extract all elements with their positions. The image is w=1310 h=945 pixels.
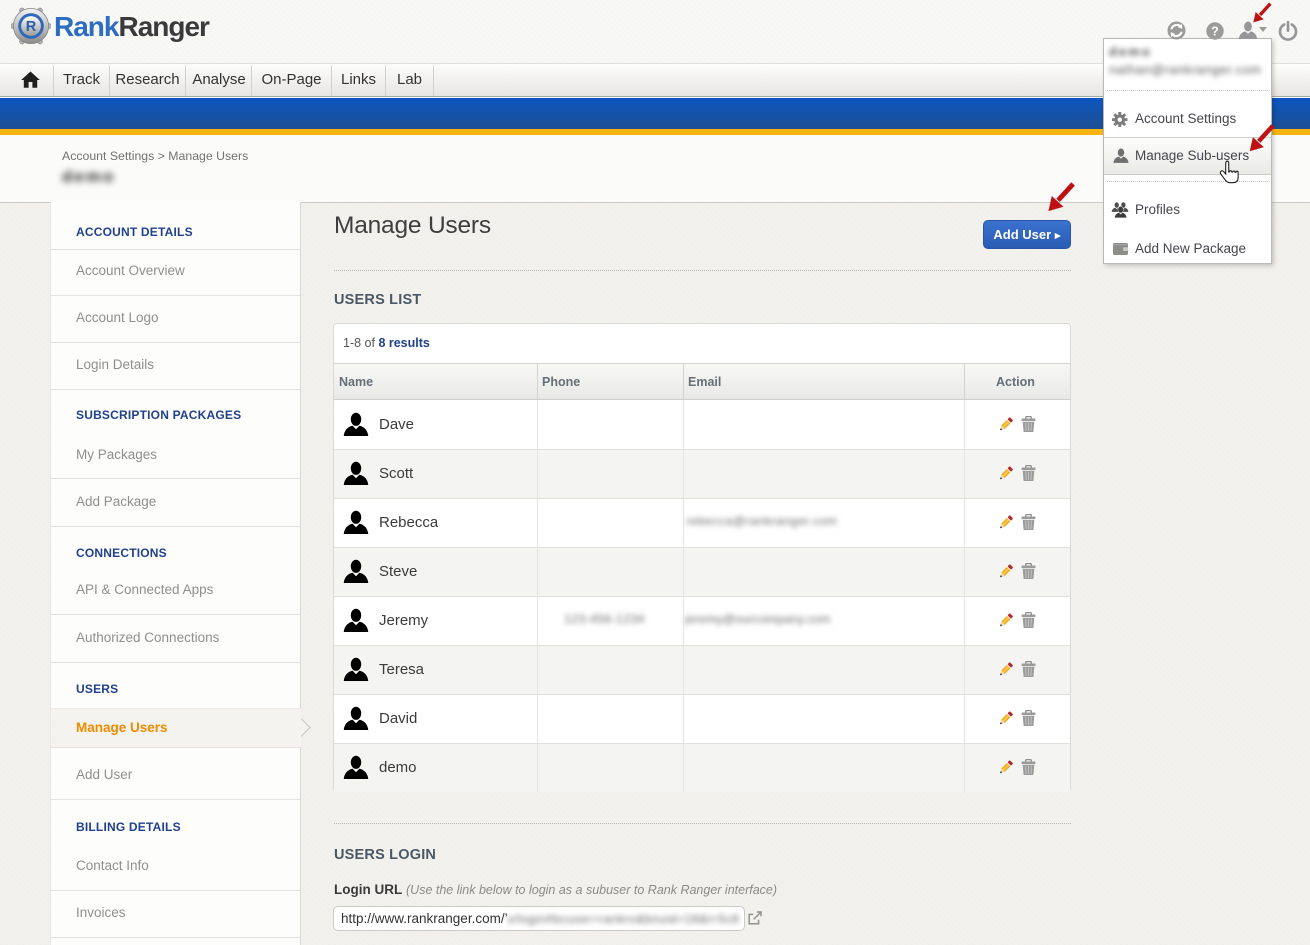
svg-text:?: ? (1211, 24, 1219, 38)
svg-text:R: R (26, 19, 37, 35)
